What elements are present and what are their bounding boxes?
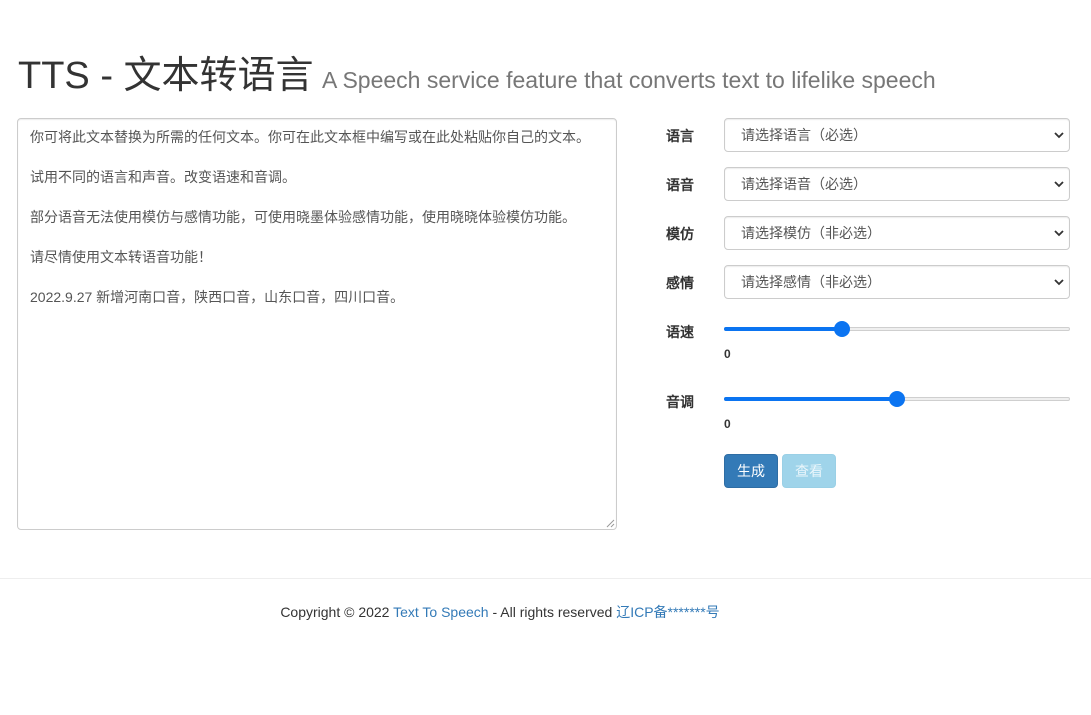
text-paragraph: 你可将此文本替换为所需的任何文本。你可在此文本框中编写或在此处粘贴你自己的文本。 bbox=[30, 129, 590, 145]
pitch-slider-thumb[interactable] bbox=[889, 391, 905, 407]
emotion-select-value: 请选择感情（非必选） bbox=[741, 274, 881, 290]
emotion-select[interactable]: 请选择感情（非必选） bbox=[724, 265, 1070, 299]
voice-label: 语音 bbox=[666, 177, 694, 193]
view-button[interactable]: 查看 bbox=[782, 454, 836, 488]
page-subtitle: A Speech service feature that converts t… bbox=[322, 67, 936, 93]
footer-rights: - All rights reserved bbox=[488, 604, 617, 620]
text-paragraph: 试用不同的语言和声音。改变语速和音调。 bbox=[30, 169, 296, 185]
text-paragraph: 请尽情使用文本转语音功能！ bbox=[30, 249, 212, 265]
pitch-slider[interactable] bbox=[724, 391, 1070, 407]
chevron-down-icon bbox=[1054, 181, 1064, 188]
chevron-down-icon bbox=[1054, 132, 1064, 139]
style-label: 模仿 bbox=[666, 226, 694, 242]
style-select[interactable]: 请选择模仿（非必选） bbox=[724, 216, 1070, 250]
rate-slider-fill bbox=[724, 327, 842, 331]
pitch-slider-fill bbox=[724, 397, 897, 401]
style-select-value: 请选择模仿（非必选） bbox=[741, 225, 881, 241]
voice-select[interactable]: 请选择语音（必选） bbox=[724, 167, 1070, 201]
chevron-down-icon bbox=[1054, 230, 1064, 237]
page-header: TTS - 文本转语言 A Speech service feature tha… bbox=[18, 44, 936, 99]
generate-button[interactable]: 生成 bbox=[724, 454, 778, 488]
resize-handle-icon[interactable] bbox=[605, 518, 615, 528]
rate-value: 0 bbox=[724, 347, 731, 361]
emotion-label: 感情 bbox=[666, 275, 694, 291]
rate-slider-thumb[interactable] bbox=[833, 321, 850, 337]
footer-icp-link[interactable]: 辽ICP备*******号 bbox=[616, 604, 719, 620]
chevron-down-icon bbox=[1054, 279, 1064, 286]
text-paragraph: 2022.9.27 新增河南口音，陕西口音，山东口音，四川口音。 bbox=[30, 289, 405, 305]
footer: Copyright © 2022 Text To Speech - All ri… bbox=[0, 602, 1000, 622]
text-input-area[interactable]: 你可将此文本替换为所需的任何文本。你可在此文本框中编写或在此处粘贴你自己的文本。… bbox=[17, 118, 617, 530]
language-select-value: 请选择语言（必选） bbox=[741, 127, 867, 143]
text-paragraph: 部分语音无法使用模仿与感情功能，可使用晓墨体验感情功能，使用晓晓体验模仿功能。 bbox=[30, 209, 576, 225]
rate-slider[interactable] bbox=[724, 321, 1070, 337]
footer-site-link[interactable]: Text To Speech bbox=[393, 604, 488, 620]
rate-label: 语速 bbox=[666, 324, 694, 340]
language-label: 语言 bbox=[666, 128, 694, 144]
footer-copyright: Copyright © 2022 bbox=[280, 604, 394, 620]
page-title: TTS - 文本转语言 bbox=[18, 55, 314, 97]
footer-divider bbox=[0, 578, 1091, 579]
pitch-label: 音调 bbox=[666, 394, 694, 410]
language-select[interactable]: 请选择语言（必选） bbox=[724, 118, 1070, 152]
voice-select-value: 请选择语音（必选） bbox=[741, 176, 867, 192]
pitch-value: 0 bbox=[724, 417, 731, 431]
